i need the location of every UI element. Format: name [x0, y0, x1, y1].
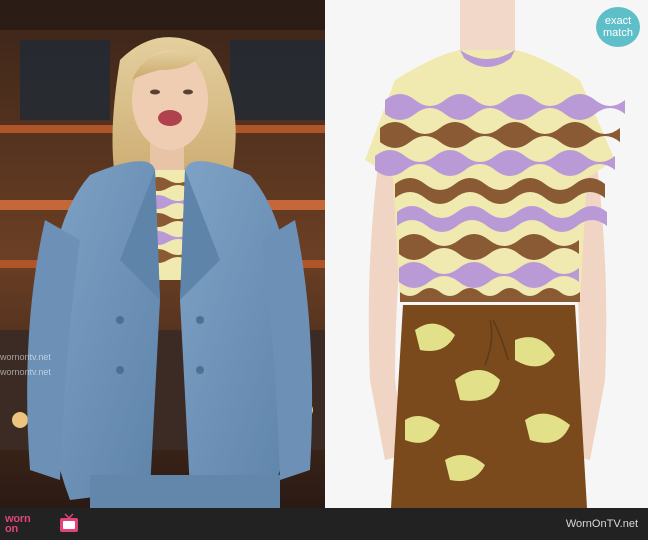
- celebrity-photo: wornontv.net wornontv.net: [0, 0, 325, 508]
- watermark: wornontv.net: [0, 367, 51, 377]
- footer-bar: [0, 508, 648, 540]
- celebrity-photo-illustration: [0, 0, 325, 508]
- badge-line2: match: [603, 27, 633, 39]
- satin-floral-skirt: [391, 305, 587, 508]
- tv-icon: [60, 513, 78, 532]
- product-photo: [325, 0, 648, 508]
- site-url[interactable]: WornOnTV.net: [566, 518, 638, 530]
- product-photo-illustration: [325, 0, 648, 508]
- image-frame: wornontv.net wornontv.net exact match wo…: [0, 0, 648, 540]
- logo-line2: on: [5, 523, 19, 535]
- badge-line1: exact: [604, 15, 632, 27]
- watermark: wornontv.net: [0, 352, 51, 362]
- exact-match-badge: exact match: [596, 7, 640, 47]
- wornontv-logo[interactable]: worn on: [5, 514, 31, 535]
